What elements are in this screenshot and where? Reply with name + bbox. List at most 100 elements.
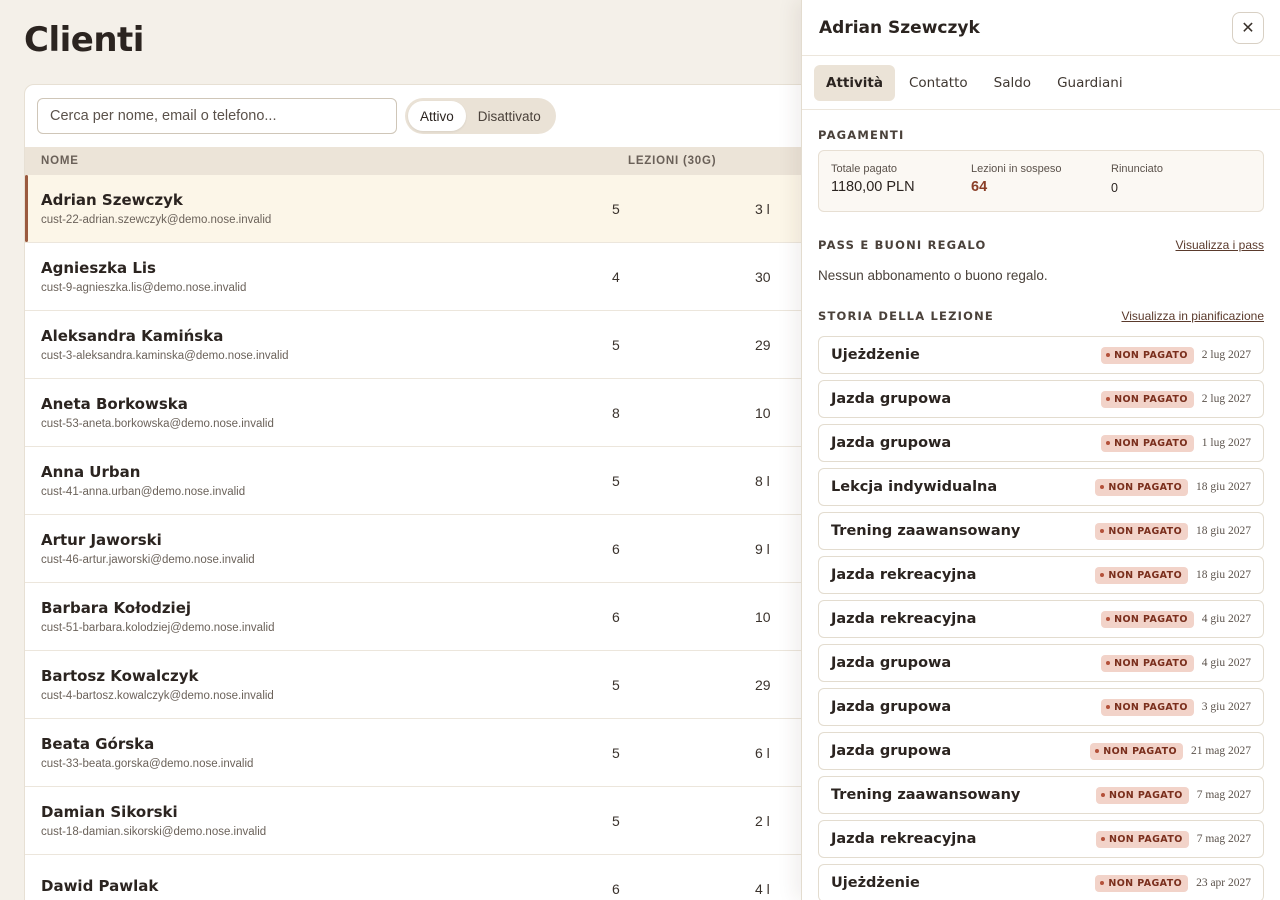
status-dot-icon xyxy=(1106,397,1111,401)
client-name-cell: Aleksandra Kamińska cust-3-aleksandra.kam… xyxy=(25,327,605,362)
table-row[interactable]: Damian Sikorski cust-18-damian.sikorski@d… xyxy=(25,787,823,855)
lesson-history-item[interactable]: Trening zaawansowany NON PAGATO 7 mag 2027 xyxy=(818,776,1264,814)
lesson-history-item[interactable]: Ujeżdżenie NON PAGATO 23 apr 2027 xyxy=(818,864,1264,900)
clients-table-card: Attivo Disattivato NOME LEZIONI (30G) Ad… xyxy=(24,84,824,900)
table-row[interactable]: Anna Urban cust-41-anna.urban@demo.nose.i… xyxy=(25,447,823,515)
client-lessons-count: 5 xyxy=(612,744,620,761)
tab-contact[interactable]: Contatto xyxy=(897,65,980,101)
lesson-history-item[interactable]: Jazda rekreacyjna NON PAGATO 7 mag 2027 xyxy=(818,820,1264,858)
table-row[interactable]: Aneta Borkowska cust-53-aneta.borkowska@d… xyxy=(25,379,823,447)
client-lessons-count: 5 xyxy=(612,336,620,353)
table-row[interactable]: Bartosz Kowalczyk cust-4-bartosz.kowalczy… xyxy=(25,651,823,719)
lesson-name: Jazda grupowa xyxy=(831,743,952,759)
passes-header: PASS E BUONI REGALO Visualizza i pass xyxy=(818,238,1264,252)
total-paid: Totale pagato 1180,00 PLN xyxy=(831,163,971,199)
lesson-history-item[interactable]: Jazda grupowa NON PAGATO 2 lug 2027 xyxy=(818,380,1264,418)
payments-section: PAGAMENTI Totale pagato 1180,00 PLN Lezi… xyxy=(802,128,1280,900)
table-row[interactable]: Barbara Kołodziej cust-51-barbara.kolodzi… xyxy=(25,583,823,651)
lesson-history-item[interactable]: Jazda grupowa NON PAGATO 3 giu 2027 xyxy=(818,688,1264,726)
client-name: Anna Urban xyxy=(41,463,141,481)
column-header-lessons[interactable]: LEZIONI (30G) xyxy=(628,155,778,167)
search-input[interactable] xyxy=(37,98,397,134)
badge-label: NON PAGATO xyxy=(1108,789,1183,801)
client-last-lesson: 9 l xyxy=(755,540,770,557)
client-name-cell: Anna Urban cust-41-anna.urban@demo.nose.i… xyxy=(25,463,605,498)
client-name: Artur Jaworski xyxy=(41,531,162,549)
client-last-lesson: 3 l xyxy=(755,200,770,217)
badge-label: NON PAGATO xyxy=(1108,525,1183,537)
filter-inactive-button[interactable]: Disattivato xyxy=(466,101,553,131)
client-last-lesson: 4 l xyxy=(755,880,770,897)
lesson-date: 18 giu 2027 xyxy=(1196,481,1251,493)
badge-label: NON PAGATO xyxy=(1108,877,1183,889)
client-lessons-count: 5 xyxy=(612,200,620,217)
table-row[interactable]: Artur Jaworski cust-46-artur.jaworski@dem… xyxy=(25,515,823,583)
table-toolbar: Attivo Disattivato xyxy=(25,85,823,147)
close-icon: ✕ xyxy=(1241,18,1255,37)
passes-empty-text: Nessun abbonamento o buono regalo. xyxy=(818,268,1048,283)
lesson-history-item[interactable]: Jazda grupowa NON PAGATO 4 giu 2027 xyxy=(818,644,1264,682)
client-lessons-count: 6 xyxy=(612,608,620,625)
table-row[interactable]: Agnieszka Lis cust-9-agnieszka.lis@demo.n… xyxy=(25,243,823,311)
lesson-name: Jazda rekreacyjna xyxy=(831,831,977,847)
lesson-history-item[interactable]: Ujeżdżenie NON PAGATO 2 lug 2027 xyxy=(818,336,1264,374)
tab-activity[interactable]: Attività xyxy=(814,64,895,101)
table-header: NOME LEZIONI (30G) xyxy=(25,147,823,175)
lesson-history-item[interactable]: Trening zaawansowany NON PAGATO 18 giu 202… xyxy=(818,512,1264,550)
client-email: cust-41-anna.urban@demo.nose.invalid xyxy=(41,486,246,498)
table-body: Adrian Szewczyk cust-22-adrian.szewczyk@d… xyxy=(25,175,823,900)
status-dot-icon xyxy=(1106,353,1111,357)
client-name: Beata Górska xyxy=(41,735,155,753)
client-lessons-count: 5 xyxy=(612,676,620,693)
close-button[interactable]: ✕ xyxy=(1232,11,1264,44)
badge-label: NON PAGATO xyxy=(1114,393,1188,405)
status-dot-icon xyxy=(1106,617,1111,621)
tab-balance[interactable]: Saldo xyxy=(982,65,1043,101)
unpaid-badge: NON PAGATO xyxy=(1101,434,1194,452)
status-dot-icon xyxy=(1100,881,1105,885)
badge-label: NON PAGATO xyxy=(1114,437,1188,449)
lesson-history-item[interactable]: Jazda grupowa NON PAGATO 21 mag 2027 xyxy=(818,732,1264,770)
client-last-lesson: 10 xyxy=(755,404,771,421)
view-passes-link[interactable]: Visualizza i pass xyxy=(1176,238,1265,252)
client-name-cell: Adrian Szewczyk cust-22-adrian.szewczyk@d… xyxy=(25,191,605,226)
unpaid-badge: NON PAGATO xyxy=(1101,654,1194,672)
table-row[interactable]: Dawid Pawlak 6 4 l xyxy=(25,855,823,900)
lesson-date: 21 mag 2027 xyxy=(1190,745,1251,757)
client-name-cell: Artur Jaworski cust-46-artur.jaworski@dem… xyxy=(25,531,605,566)
status-dot-icon xyxy=(1106,661,1111,665)
lesson-name: Jazda rekreacyjna xyxy=(831,567,977,583)
status-dot-icon xyxy=(1100,529,1105,533)
filter-active-button[interactable]: Attivo xyxy=(408,101,466,131)
client-detail-drawer: Adrian Szewczyk ✕ Attività Contatto Sald… xyxy=(801,0,1280,900)
client-name-cell: Bartosz Kowalczyk cust-4-bartosz.kowalczy… xyxy=(25,667,605,702)
view-in-schedule-link[interactable]: Visualizza in pianificazione xyxy=(1121,309,1264,323)
lesson-date: 7 mag 2027 xyxy=(1196,833,1251,845)
lesson-history-item[interactable]: Jazda rekreacyjna NON PAGATO 4 giu 2027 xyxy=(818,600,1264,638)
unpaid-badge: NON PAGATO xyxy=(1090,742,1183,760)
table-row[interactable]: Aleksandra Kamińska cust-3-aleksandra.kam… xyxy=(25,311,823,379)
total-paid-value: 1180,00 PLN xyxy=(831,179,915,195)
table-row[interactable]: Beata Górska cust-33-beata.gorska@demo.no… xyxy=(25,719,823,787)
column-header-name[interactable]: NOME xyxy=(25,155,628,167)
client-name: Bartosz Kowalczyk xyxy=(41,667,199,685)
client-email: cust-4-bartosz.kowalczyk@demo.nose.inval… xyxy=(41,690,274,702)
badge-label: NON PAGATO xyxy=(1108,833,1183,845)
table-row[interactable]: Adrian Szewczyk cust-22-adrian.szewczyk@d… xyxy=(25,175,823,243)
status-dot-icon xyxy=(1106,705,1111,709)
lesson-name: Ujeżdżenie xyxy=(831,347,920,363)
history-title: STORIA DELLA LEZIONE xyxy=(818,309,994,323)
lesson-history-item[interactable]: Lekcja indywidualna NON PAGATO 18 giu 2027 xyxy=(818,468,1264,506)
badge-label: NON PAGATO xyxy=(1114,657,1188,669)
client-name-cell: Barbara Kołodziej cust-51-barbara.kolodzi… xyxy=(25,599,605,634)
tab-guardians[interactable]: Guardiani xyxy=(1045,65,1135,101)
lesson-history-list: Ujeżdżenie NON PAGATO 2 lug 2027 Jazda grup… xyxy=(818,336,1264,900)
unpaid-badge: NON PAGATO xyxy=(1095,478,1189,496)
client-email: cust-51-barbara.kolodziej@demo.nose.inva… xyxy=(41,622,275,634)
waived-label: Rinunciato xyxy=(1111,163,1163,175)
lesson-name: Jazda rekreacyjna xyxy=(831,611,977,627)
client-name: Agnieszka Lis xyxy=(41,259,156,277)
lesson-history-item[interactable]: Jazda grupowa NON PAGATO 1 lug 2027 xyxy=(818,424,1264,462)
badge-label: NON PAGATO xyxy=(1114,613,1188,625)
lesson-history-item[interactable]: Jazda rekreacyjna NON PAGATO 18 giu 2027 xyxy=(818,556,1264,594)
